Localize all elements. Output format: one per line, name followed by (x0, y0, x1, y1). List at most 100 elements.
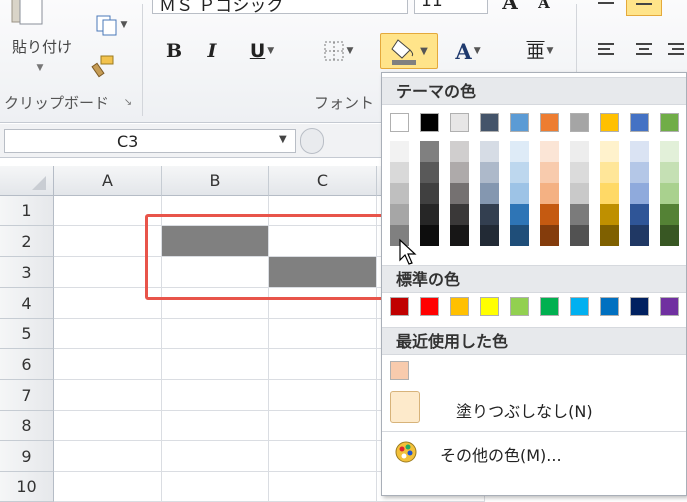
row-header-5[interactable]: 5 (0, 319, 54, 349)
theme-shade-swatch[interactable] (510, 204, 529, 225)
theme-shade-swatch[interactable] (630, 162, 649, 183)
cell-b2[interactable] (162, 226, 269, 257)
theme-shade-swatch[interactable] (390, 204, 409, 225)
cell-a4[interactable] (54, 288, 162, 319)
row-header-10[interactable]: 10 (0, 472, 54, 502)
paste-dropdown-icon[interactable]: ▼ (34, 62, 46, 74)
cell-b10[interactable] (162, 472, 269, 502)
clipboard-launcher-icon[interactable]: ↘ (122, 96, 134, 108)
theme-shade-swatch[interactable] (450, 162, 469, 183)
theme-shade-swatch[interactable] (420, 225, 439, 246)
cell-c6[interactable] (269, 349, 377, 380)
align-right-button[interactable] (664, 38, 687, 62)
phonetic-guide-button[interactable]: 亜 ▼ (512, 36, 568, 66)
fill-color-button[interactable]: ▼ (380, 33, 438, 69)
cell-b1[interactable] (162, 196, 269, 226)
cell-c9[interactable] (269, 441, 377, 472)
theme-shade-swatch[interactable] (660, 183, 679, 204)
theme-shade-swatch[interactable] (660, 204, 679, 225)
format-painter-icon[interactable] (88, 52, 118, 80)
theme-shade-swatch[interactable] (480, 141, 499, 162)
theme-shade-swatch[interactable] (660, 162, 679, 183)
cell-c7[interactable] (269, 380, 377, 411)
theme-shade-swatch[interactable] (630, 183, 649, 204)
row-header-6[interactable]: 6 (0, 349, 54, 380)
paste-button-label[interactable]: 貼り付け (4, 36, 80, 56)
standard-color-swatch[interactable] (420, 297, 439, 316)
standard-color-swatch[interactable] (480, 297, 499, 316)
standard-color-swatch[interactable] (630, 297, 649, 316)
paste-icon[interactable] (6, 0, 48, 26)
theme-shade-swatch[interactable] (570, 183, 589, 204)
cell-c3[interactable] (269, 257, 377, 288)
theme-color-swatch[interactable] (510, 113, 529, 132)
theme-shade-swatch[interactable] (660, 225, 679, 246)
cell-a8[interactable] (54, 411, 162, 441)
column-header-b[interactable]: B (162, 166, 269, 196)
theme-shade-swatch[interactable] (390, 141, 409, 162)
theme-shade-swatch[interactable] (480, 204, 499, 225)
select-all-corner[interactable] (0, 166, 54, 196)
theme-shade-swatch[interactable] (450, 141, 469, 162)
theme-shade-swatch[interactable] (570, 162, 589, 183)
row-header-2[interactable]: 2 (0, 226, 54, 257)
underline-button[interactable]: U ▼ (238, 38, 286, 64)
theme-shade-swatch[interactable] (510, 141, 529, 162)
row-header-7[interactable]: 7 (0, 380, 54, 411)
standard-color-swatch[interactable] (510, 297, 529, 316)
theme-color-swatch[interactable] (600, 113, 619, 132)
theme-shade-swatch[interactable] (600, 204, 619, 225)
theme-shade-swatch[interactable] (600, 183, 619, 204)
grow-font-button[interactable]: A (498, 0, 522, 14)
align-left-button[interactable] (592, 38, 620, 62)
cell-a9[interactable] (54, 441, 162, 472)
align-middle-button[interactable] (626, 0, 662, 16)
bold-button[interactable]: B (162, 38, 186, 64)
theme-shade-swatch[interactable] (660, 141, 679, 162)
cell-c10[interactable] (269, 472, 377, 502)
copy-icon[interactable]: ▼ (88, 12, 134, 38)
more-colors-option[interactable]: その他の色(M)... (382, 431, 686, 469)
formula-bar-scroll-handle[interactable] (300, 128, 324, 154)
theme-shade-swatch[interactable] (600, 162, 619, 183)
name-box[interactable]: C3 ▼ (4, 129, 296, 153)
standard-color-swatch[interactable] (390, 297, 409, 316)
theme-shade-swatch[interactable] (600, 141, 619, 162)
no-fill-option[interactable]: 塗りつぶしなし(N) (382, 389, 686, 427)
cell-c8[interactable] (269, 411, 377, 441)
align-top-button[interactable] (592, 0, 620, 14)
recent-color-swatch[interactable] (390, 361, 409, 380)
cell-a1[interactable] (54, 196, 162, 226)
theme-shade-swatch[interactable] (450, 225, 469, 246)
cell-b3[interactable] (162, 257, 269, 288)
italic-button[interactable]: I (200, 38, 224, 64)
border-button[interactable]: ▼ (312, 38, 364, 64)
theme-shade-swatch[interactable] (510, 162, 529, 183)
theme-shade-swatch[interactable] (420, 183, 439, 204)
standard-color-swatch[interactable] (540, 297, 559, 316)
align-center-button[interactable] (630, 38, 658, 62)
theme-shade-swatch[interactable] (630, 225, 649, 246)
cell-b5[interactable] (162, 319, 269, 349)
shrink-font-button[interactable]: A (534, 0, 554, 12)
standard-color-swatch[interactable] (570, 297, 589, 316)
theme-shade-swatch[interactable] (450, 204, 469, 225)
theme-shade-swatch[interactable] (570, 204, 589, 225)
cell-b9[interactable] (162, 441, 269, 472)
theme-shade-swatch[interactable] (510, 225, 529, 246)
row-header-3[interactable]: 3 (0, 257, 54, 288)
theme-shade-swatch[interactable] (540, 141, 559, 162)
standard-color-swatch[interactable] (660, 297, 679, 316)
cell-c5[interactable] (269, 319, 377, 349)
theme-shade-swatch[interactable] (420, 162, 439, 183)
cell-c2[interactable] (269, 226, 377, 257)
theme-shade-swatch[interactable] (600, 225, 619, 246)
cell-b8[interactable] (162, 411, 269, 441)
cell-b6[interactable] (162, 349, 269, 380)
theme-shade-swatch[interactable] (480, 225, 499, 246)
column-header-c[interactable]: C (269, 166, 377, 196)
name-box-dropdown-icon[interactable]: ▼ (279, 134, 287, 145)
theme-shade-swatch[interactable] (390, 183, 409, 204)
theme-shade-swatch[interactable] (540, 162, 559, 183)
standard-color-swatch[interactable] (450, 297, 469, 316)
